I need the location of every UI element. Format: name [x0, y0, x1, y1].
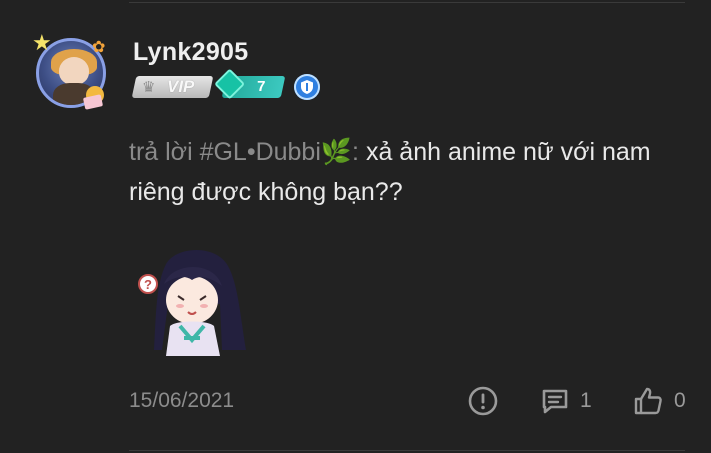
- thumbs-up-icon: [634, 387, 662, 415]
- leaf-emoji: 🌿: [320, 138, 353, 166]
- comments-button[interactable]: 1: [540, 384, 592, 418]
- like-button[interactable]: 0: [632, 384, 686, 418]
- vip-badge-label: VIP: [167, 77, 195, 96]
- flower-icon: ✿: [92, 39, 106, 56]
- post-date: 15/06/2021: [129, 389, 235, 412]
- reply-mention[interactable]: trả lời #GL•Dubbi: [129, 138, 321, 166]
- message-square-icon: [542, 389, 568, 414]
- shield-icon: [294, 74, 320, 100]
- avatar[interactable]: ★ ✿: [30, 32, 112, 114]
- svg-text:?: ?: [144, 277, 152, 292]
- exclamation-circle-icon: [468, 386, 498, 416]
- bottom-divider: [129, 450, 685, 451]
- comment-count: 1: [580, 389, 592, 412]
- comment-body: trả lời #GL•Dubbi🌿: xả ảnh anime nữ với …: [129, 132, 689, 212]
- like-count: 0: [674, 389, 686, 412]
- reply-colon: :: [352, 138, 359, 166]
- gem-icon: [214, 68, 246, 100]
- crown-icon: ♛: [142, 79, 156, 96]
- top-divider: [129, 2, 685, 3]
- anime-girl-question-sticker: ?: [136, 244, 246, 356]
- star-icon: ★: [32, 30, 52, 55]
- username[interactable]: Lynk2905: [133, 38, 248, 67]
- level-number: 7: [257, 78, 266, 95]
- level-badge: 7: [214, 68, 286, 100]
- vip-badge: ♛ VIP: [131, 76, 214, 98]
- tag-decoration: [82, 94, 104, 110]
- report-button[interactable]: [467, 384, 499, 418]
